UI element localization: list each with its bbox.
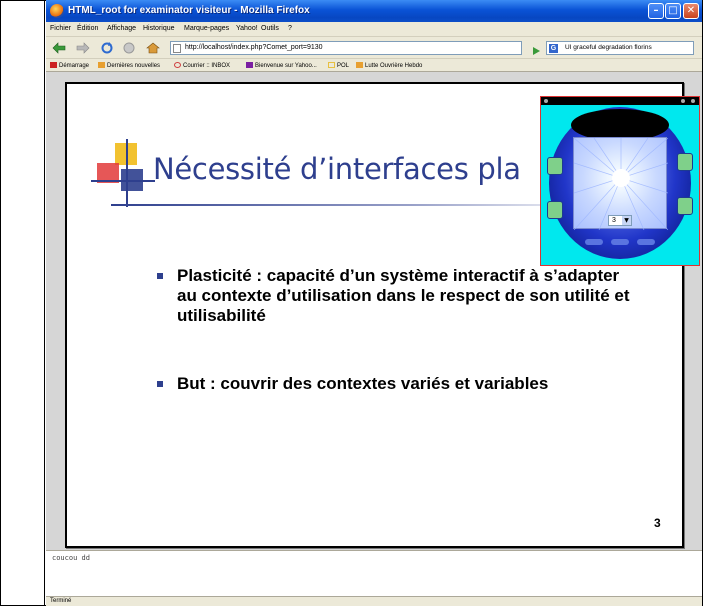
bookmarks-bar: Démarrage Dernières nouvelles Courrier :… (46, 58, 702, 72)
bookmark-icon (174, 62, 181, 68)
minimize-button[interactable]: – (648, 3, 664, 19)
go-arrow-icon[interactable] (530, 42, 542, 55)
url-text: http://localhost/index.php?Comet_port=91… (185, 44, 323, 51)
bookmark-lutte-ouvriere[interactable]: Lutte Ouvrière Hebdo (356, 62, 422, 69)
bookmark-label: Lutte Ouvrière Hebdo (365, 63, 423, 69)
bullet-marker (157, 381, 163, 387)
bookmark-icon (356, 62, 363, 68)
maximize-button[interactable]: □ (665, 3, 681, 19)
plastic-widget[interactable]: 3 ▼ (540, 96, 700, 266)
widget-select[interactable]: 3 ▼ (608, 215, 632, 226)
bullet-item: But : couvrir des contextes variés et va… (157, 374, 637, 394)
widget-minimize-icon[interactable] (681, 99, 685, 103)
bookmark-icon (246, 62, 253, 68)
menu-affichage[interactable]: Affichage (107, 25, 136, 32)
widget-titlebar[interactable] (541, 97, 699, 105)
bookmark-courrier[interactable]: Courrier :: INBOX (174, 62, 230, 69)
menu-fichier[interactable]: Fichier (50, 25, 71, 32)
bookmark-yahoo[interactable]: Bienvenue sur Yahoo... (246, 62, 317, 69)
title-underline (111, 204, 611, 206)
bookmark-icon (50, 62, 57, 68)
title-bar: HTML_root for examinator visiteur - Mozi… (46, 0, 702, 22)
console-text: coucou dd (52, 554, 90, 562)
widget-close-icon[interactable] (691, 99, 695, 103)
bookmark-pol[interactable]: POL (328, 62, 349, 69)
reload-icon[interactable] (100, 42, 114, 54)
widget-left-bottom-button[interactable] (547, 201, 563, 219)
back-icon[interactable] (52, 42, 66, 54)
browser-window: HTML_root for examinator visiteur - Mozi… (46, 0, 702, 606)
widget-menu-icon[interactable] (544, 99, 548, 103)
widget-bottom-button[interactable] (611, 239, 629, 245)
menu-marque-pages[interactable]: Marque-pages (184, 25, 229, 32)
menu-outils[interactable]: Outils (261, 25, 279, 32)
slide-number: 3 (654, 516, 661, 530)
widget-left-top-button[interactable] (547, 157, 563, 175)
bullet-text: Plasticité : capacité d’un système inter… (177, 266, 630, 325)
slide: Nécessité d’interfaces pla Plasticité : … (65, 82, 700, 548)
navigation-toolbar: http://localhost/index.php?Comet_port=91… (46, 36, 702, 58)
bookmark-dernieres-nouvelles[interactable]: Dernières nouvelles (98, 62, 160, 69)
menu-bar: Fichier Édition Affichage Historique Mar… (46, 22, 702, 36)
stop-icon[interactable] (122, 42, 136, 54)
bullet-text: But : couvrir des contextes variés et va… (177, 374, 549, 393)
google-icon: G (549, 44, 558, 53)
bookmark-label: POL (337, 63, 350, 69)
menu-historique[interactable]: Historique (143, 25, 175, 32)
home-icon[interactable] (146, 42, 160, 54)
left-margin (1, 1, 45, 605)
widget-bottom-button[interactable] (585, 239, 603, 245)
bookmark-icon (98, 62, 105, 68)
firefox-icon (50, 4, 64, 18)
window-title: HTML_root for examinator visiteur - Mozi… (68, 5, 310, 16)
widget-right-top-button[interactable] (677, 153, 693, 171)
menu-edition[interactable]: Édition (77, 25, 98, 32)
bookmark-label: Démarrage (59, 63, 90, 69)
status-text: Terminé (50, 598, 72, 604)
page-content: Nécessité d’interfaces pla Plasticité : … (46, 72, 702, 550)
url-input[interactable]: http://localhost/index.php?Comet_port=91… (170, 41, 522, 55)
console-panel[interactable]: coucou dd (46, 550, 702, 596)
chevron-down-icon[interactable]: ▼ (622, 216, 631, 225)
widget-select-value: 3 (612, 217, 616, 224)
bookmark-label: Bienvenue sur Yahoo... (255, 63, 317, 69)
bookmark-demarrage[interactable]: Démarrage (50, 62, 89, 69)
bullet-item: Plasticité : capacité d’un système inter… (157, 266, 637, 326)
widget-right-bottom-button[interactable] (677, 197, 693, 215)
bookmark-label: Dernières nouvelles (107, 63, 161, 69)
slide-decoration (91, 139, 155, 207)
page-icon (173, 44, 181, 53)
bullet-marker (157, 273, 163, 279)
close-button[interactable]: ✕ (683, 3, 699, 19)
forward-icon[interactable] (76, 42, 90, 54)
search-input[interactable]: G UI graceful degradation florins (546, 41, 694, 55)
status-bar: Terminé (46, 596, 702, 606)
bookmark-label: Courrier :: INBOX (183, 63, 231, 69)
menu-help[interactable]: ? (288, 25, 292, 32)
widget-bottom-button[interactable] (637, 239, 655, 245)
bookmark-icon (328, 62, 335, 68)
search-text: UI graceful degradation florins (565, 44, 652, 51)
menu-yahoo[interactable]: Yahoo! (236, 25, 258, 32)
slide-title: Nécessité d’interfaces pla (153, 152, 521, 186)
